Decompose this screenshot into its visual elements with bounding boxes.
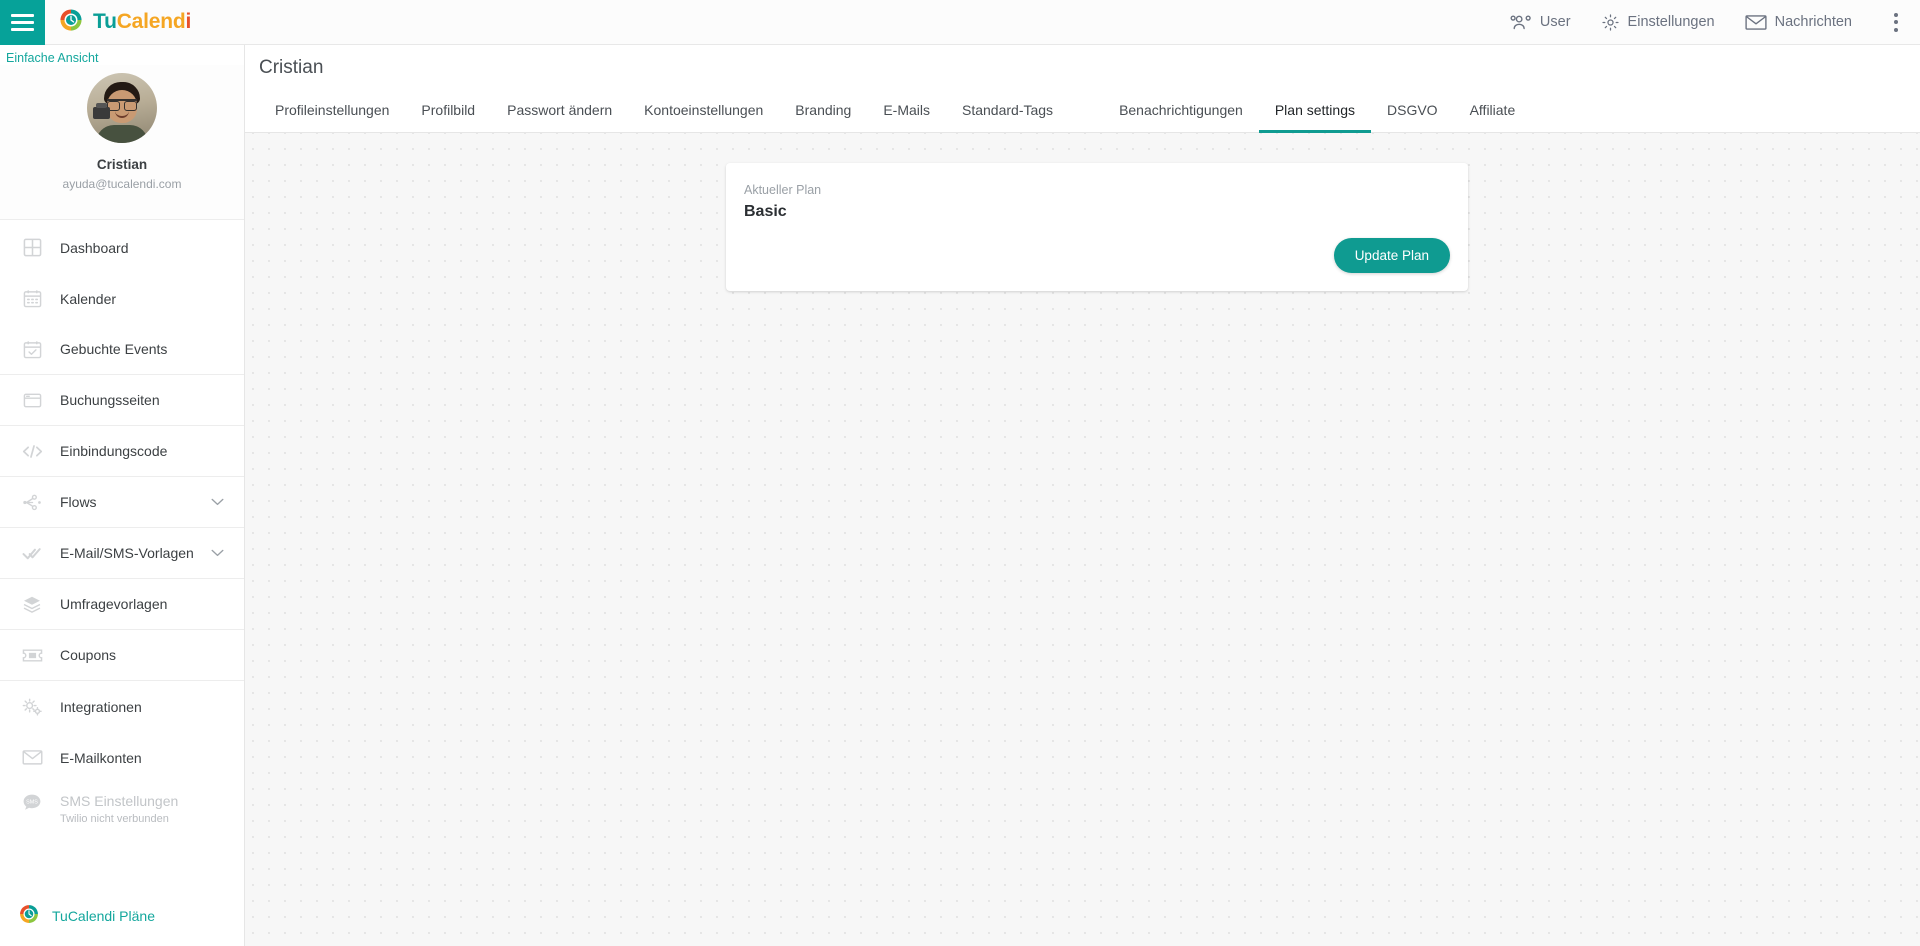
sidebar-item-coupons[interactable]: Coupons — [0, 630, 244, 682]
kebab-dot — [1894, 12, 1898, 17]
tucalendi-logo-icon — [58, 7, 84, 38]
brand-part-1: Tu — [93, 10, 117, 33]
sidebar-item-sublabel: Twilio nicht verbunden — [60, 813, 169, 826]
sidebar-item-label: E-Mailkonten — [60, 749, 142, 766]
gears-icon — [18, 697, 46, 717]
sidebar-nav: Dashboard Kalender Gebuchte Events Buchu… — [0, 220, 244, 834]
sidebar-item-label: Umfragevorlagen — [60, 596, 168, 613]
hamburger-line — [11, 27, 34, 31]
sidebar-item-flows[interactable]: Flows — [0, 477, 244, 529]
envelope-icon — [18, 749, 46, 766]
tab-bar: Profileinstellungen Profilbild Passwort … — [259, 91, 1920, 133]
layers-icon — [18, 595, 46, 614]
more-vertical-icon[interactable] — [1886, 7, 1906, 38]
kebab-dot — [1894, 27, 1898, 32]
sidebar-item-e-mailkonten[interactable]: E-Mailkonten — [0, 732, 244, 783]
tab-standard-tags[interactable]: Standard-Tags — [946, 92, 1069, 133]
sidebar-item-label: E-Mail/SMS-Vorlagen — [60, 545, 194, 562]
sidebar-item-label: Flows — [60, 494, 97, 511]
chevron-down-icon[interactable] — [211, 549, 224, 557]
sidebar-item-label: SMS Einstellungen — [60, 793, 179, 810]
update-plan-button[interactable]: Update Plan — [1333, 238, 1450, 273]
tab-e-mails[interactable]: E-Mails — [867, 92, 946, 133]
page-header: Cristian Profileinstellungen Profilbild … — [245, 45, 1920, 133]
sidebar-item-buchungsseiten[interactable]: Buchungsseiten — [0, 375, 244, 427]
sidebar-item-label: Coupons — [60, 647, 117, 664]
sidebar-item-label: Buchungsseiten — [60, 392, 160, 409]
tab-kontoeinstellungen[interactable]: Kontoeinstellungen — [628, 92, 779, 133]
sidebar-footer-label: TuCalendi Pläne — [52, 908, 155, 924]
code-icon — [18, 442, 46, 461]
sidebar-footer-tucalendi-plaene[interactable]: TuCalendi Pläne — [0, 886, 244, 946]
main-content: Cristian Profileinstellungen Profilbild … — [245, 45, 1920, 946]
tab-branding[interactable]: Branding — [779, 92, 867, 133]
sidebar: Einfache Ansicht Cristian ayuda@tucalend… — [0, 45, 245, 946]
sidebar-item-email-sms-vorlagen[interactable]: E-Mail/SMS-Vorlagen — [0, 528, 244, 580]
sms-bubble-icon: SMS — [18, 793, 46, 812]
sidebar-item-umfragevorlagen[interactable]: Umfragevorlagen — [0, 579, 244, 631]
topnav-item-nachrichten[interactable]: Nachrichten — [1745, 14, 1852, 31]
profile-email: ayuda@tucalendi.com — [62, 177, 182, 192]
tucalendi-logo-icon — [18, 903, 40, 930]
sidebar-item-label: Dashboard — [60, 239, 129, 256]
flow-nodes-icon — [18, 493, 46, 512]
brand-part-4: i — [185, 10, 192, 33]
sidebar-item-gebuchte-events[interactable]: Gebuchte Events — [0, 324, 244, 376]
gear-icon — [1601, 13, 1620, 32]
page-title: Cristian — [259, 57, 324, 78]
avatar-glasses — [107, 99, 137, 111]
sidebar-item-integrationen[interactable]: Integrationen — [0, 681, 244, 732]
topnav-label-nachrichten: Nachrichten — [1774, 14, 1852, 30]
brand-part-2: Calend — [116, 10, 186, 33]
calendar-check-icon — [18, 340, 46, 359]
kebab-dot — [1894, 20, 1898, 24]
double-check-icon — [18, 544, 46, 563]
profile-name: Cristian — [96, 157, 148, 172]
tab-plan-settings[interactable]: Plan settings — [1258, 92, 1371, 133]
sidebar-item-label: Kalender — [60, 290, 117, 307]
grid-icon — [18, 238, 46, 257]
tab-affiliate[interactable]: Affiliate — [1454, 92, 1532, 133]
envelope-icon — [1745, 14, 1767, 31]
plan-card-label: Aktueller Plan — [744, 183, 822, 197]
sidebar-item-label: Integrationen — [60, 698, 142, 715]
avatar-camera — [93, 103, 110, 119]
topnav-label-einstellungen: Einstellungen — [1627, 14, 1715, 30]
svg-text:SMS: SMS — [26, 800, 38, 806]
sidebar-item-kalender[interactable]: Kalender — [0, 273, 244, 324]
plan-card-value: Basic — [744, 203, 787, 220]
sidebar-profile: Cristian ayuda@tucalendi.com — [0, 65, 244, 221]
browser-window-icon — [18, 391, 46, 410]
tab-passwort-aendern[interactable]: Passwort ändern — [491, 92, 628, 133]
hamburger-line — [11, 20, 34, 24]
plan-card: Aktueller Plan Basic Update Plan — [726, 163, 1468, 291]
sidebar-item-sms-einstellungen[interactable]: SMS SMS Einstellungen Twilio nicht verbu… — [0, 783, 244, 834]
simple-view-link[interactable]: Einfache Ansicht — [0, 45, 244, 65]
avatar[interactable] — [87, 73, 157, 143]
tab-profileinstellungen[interactable]: Profileinstellungen — [259, 92, 405, 133]
ticket-icon — [18, 647, 46, 664]
tab-benachrichtigungen[interactable]: Benachrichtigungen — [1103, 92, 1259, 133]
sidebar-item-label: Einbindungscode — [60, 443, 168, 460]
brand-logo[interactable]: TuCalendi — [58, 7, 191, 38]
hamburger-line — [11, 13, 34, 17]
topnav-label-user: User — [1539, 14, 1571, 30]
avatar-shirt — [96, 125, 148, 143]
tab-dsgvo[interactable]: DSGVO — [1371, 92, 1454, 133]
top-navigation: User Einstellungen Nachrichten — [1510, 7, 1920, 38]
menu-toggle-button[interactable] — [0, 0, 45, 45]
brand-name: TuCalendi — [93, 10, 191, 34]
plan-card-actions: Update Plan — [744, 238, 1450, 273]
users-icon — [1510, 14, 1532, 31]
calendar-icon — [18, 289, 46, 308]
sidebar-item-label: Gebuchte Events — [60, 341, 168, 358]
chevron-down-icon[interactable] — [211, 498, 224, 506]
top-bar: TuCalendi User Einstellungen Nachrichten — [0, 0, 1920, 45]
tab-profilbild[interactable]: Profilbild — [405, 92, 491, 133]
sidebar-item-einbindungscode[interactable]: Einbindungscode — [0, 426, 244, 478]
topnav-item-einstellungen[interactable]: Einstellungen — [1601, 13, 1715, 32]
topnav-item-user[interactable]: User — [1510, 14, 1571, 31]
sidebar-item-dashboard[interactable]: Dashboard — [0, 222, 244, 273]
